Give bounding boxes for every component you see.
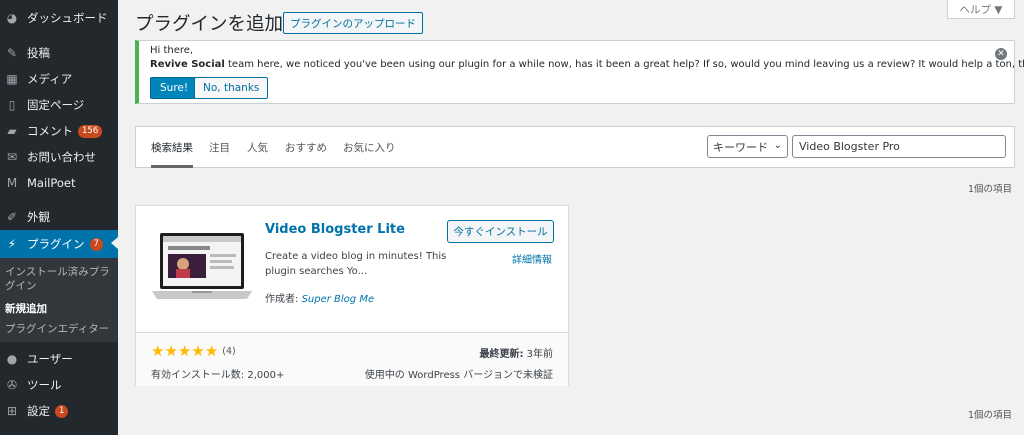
browser-bar — [163, 236, 241, 242]
sidebar-item-label: プラグイン — [27, 237, 85, 251]
no-thanks-button[interactable]: No, thanks — [194, 77, 269, 99]
tab-search-results[interactable]: 検索結果 — [151, 140, 193, 155]
sidebar-item-contact[interactable]: ✉ お問い合わせ — [0, 144, 118, 170]
dismiss-icon[interactable]: ✕ — [995, 48, 1007, 60]
active-tab-indicator — [151, 165, 193, 168]
plugin-author: 作成者: Super Blog Me — [265, 290, 374, 305]
plugin-card-top: Video Blogster Lite 今すぐインストール 詳細情報 Creat… — [136, 206, 568, 332]
comment-count-badge: 156 — [78, 124, 103, 138]
search-type-value: キーワード — [713, 140, 768, 154]
author-link[interactable]: Super Blog Me — [302, 294, 375, 305]
last-updated-value: 3年前 — [523, 349, 553, 360]
settings-badge: 1 — [55, 404, 69, 418]
sidebar-item-label: 外観 — [27, 210, 50, 224]
sidebar-item-appearance[interactable]: ✐ 外観 — [0, 204, 118, 230]
sidebar-item-label: 投稿 — [27, 46, 50, 60]
plugin-name-link[interactable]: Video Blogster Lite — [265, 222, 405, 237]
sidebar-item-pages[interactable]: ▯ 固定ページ — [0, 92, 118, 118]
star-icon: ★ — [191, 342, 205, 360]
media-icon: ▦ — [6, 72, 18, 86]
screen-text-line — [210, 266, 234, 269]
items-count-top: 1個の項目 — [968, 184, 1013, 195]
plugin-search-input[interactable] — [792, 135, 1006, 158]
star-icon: ★ — [164, 342, 178, 360]
plugin-thumbnail[interactable] — [150, 227, 254, 307]
sidebar-item-label: コメント — [27, 124, 73, 138]
sidebar-item-label: 固定ページ — [27, 98, 85, 112]
sidebar-item-mailpoet[interactable]: M MailPoet — [0, 170, 118, 196]
pin-icon: ✎ — [6, 46, 18, 60]
sidebar-item-label: メディア — [27, 72, 73, 86]
sidebar-item-plugins[interactable]: ⚡ プラグイン 7 — [0, 230, 118, 258]
page-icon: ▯ — [8, 98, 16, 112]
admin-sidebar: ◕ ダッシュボード ✎ 投稿 ▦ メディア ▯ 固定ページ ▰ コメント 156… — [0, 0, 118, 435]
submenu-plugin-editor[interactable]: プラグインエディター — [5, 322, 115, 336]
items-count-bottom: 1個の項目 — [968, 410, 1013, 421]
star-rating: ★ ★ ★ ★ ★ (4) — [151, 344, 236, 359]
sidebar-item-label: 設定 — [27, 404, 50, 418]
rating-count: (4) — [222, 346, 236, 357]
comment-icon: ▰ — [7, 124, 17, 138]
sidebar-item-tools[interactable]: ✇ ツール — [0, 372, 118, 398]
sidebar-item-label: ツール — [27, 378, 62, 392]
plugin-card: Video Blogster Lite 今すぐインストール 詳細情報 Creat… — [135, 205, 569, 386]
chevron-down-icon: ⌄ — [773, 140, 782, 151]
plugin-update-badge: 7 — [89, 237, 103, 251]
sidebar-item-settings[interactable]: ⊞ 設定 1 — [0, 398, 118, 424]
mail-icon: ✉ — [6, 150, 18, 164]
submenu-installed-plugins[interactable]: インストール済みプラグイン — [5, 265, 115, 293]
sidebar-item-label: ダッシュボード — [27, 11, 108, 25]
laptop-notch — [192, 291, 212, 293]
sidebar-item-media[interactable]: ▦ メディア — [0, 66, 118, 92]
tools-icon: ✇ — [6, 378, 18, 392]
sidebar-item-label: MailPoet — [27, 176, 76, 190]
page-title: プラグインを追加 — [135, 14, 284, 35]
plugins-submenu: インストール済みプラグイン 新規追加 プラグインエディター — [0, 258, 118, 342]
dashboard-icon: ◕ — [6, 11, 18, 25]
more-details-link[interactable]: 詳細情報 — [512, 251, 552, 266]
notice-greeting: Hi there, — [150, 45, 194, 56]
tab-recommended[interactable]: おすすめ — [285, 140, 327, 155]
author-prefix: 作成者: — [265, 294, 302, 305]
tab-favorites[interactable]: お気に入り — [343, 140, 396, 155]
star-icon: ★ — [177, 342, 192, 360]
help-tab-button[interactable]: ヘルプ ▼ — [947, 0, 1015, 19]
last-updated: 最終更新: 3年前 — [479, 345, 553, 360]
install-now-button[interactable]: 今すぐインストール — [447, 220, 554, 243]
active-installs: 有効インストール数: 2,000+ — [151, 370, 285, 381]
sure-button[interactable]: Sure! — [150, 77, 199, 99]
notice-brand: Revive Social — [150, 59, 225, 70]
plugin-description: Create a video blog in minutes! This plu… — [265, 251, 447, 277]
sidebar-item-posts[interactable]: ✎ 投稿 — [0, 40, 118, 66]
user-icon: ● — [6, 352, 18, 366]
sidebar-item-comments[interactable]: ▰ コメント 156 — [0, 118, 118, 144]
screen-text-line — [210, 260, 232, 263]
settings-icon: ⊞ — [6, 404, 18, 418]
star-icon: ★ — [151, 342, 165, 360]
star-icon: ★ — [204, 342, 219, 360]
sidebar-item-dashboard[interactable]: ◕ ダッシュボード — [0, 5, 118, 31]
notice-text: team here, we noticed you've been using … — [224, 59, 1024, 70]
screen-text-line — [210, 254, 236, 257]
video-person-shirt — [176, 269, 190, 278]
mailpoet-icon: M — [6, 176, 18, 190]
compatibility-note: 使用中の WordPress バージョンで未検証 — [364, 370, 553, 381]
last-updated-label: 最終更新: — [479, 349, 524, 360]
plugin-icon: ⚡ — [7, 237, 17, 251]
search-type-select[interactable]: キーワード ⌄ — [707, 135, 788, 158]
notice-message: Revive Social team here, we noticed you'… — [150, 59, 1024, 70]
submenu-add-new[interactable]: 新規追加 — [5, 302, 115, 316]
review-notice: Hi there, Revive Social team here, we no… — [135, 40, 1024, 104]
sidebar-item-label: ユーザー — [27, 352, 73, 366]
screen-text-line — [168, 246, 210, 250]
appearance-icon: ✐ — [6, 210, 18, 224]
sidebar-item-users[interactable]: ● ユーザー — [0, 346, 118, 372]
plugin-filter-bar: 検索結果 注目 人気 おすすめ お気に入り キーワード ⌄ — [135, 126, 1015, 168]
video-person — [177, 258, 189, 270]
upload-plugin-button[interactable]: プラグインのアップロード — [283, 12, 423, 34]
sidebar-item-label: お問い合わせ — [27, 150, 96, 164]
plugin-card-bottom: ★ ★ ★ ★ ★ (4) 有効インストール数: 2,000+ 最終更新: 3年… — [136, 332, 568, 386]
tab-popular[interactable]: 人気 — [247, 140, 268, 155]
tab-featured[interactable]: 注目 — [209, 140, 230, 155]
